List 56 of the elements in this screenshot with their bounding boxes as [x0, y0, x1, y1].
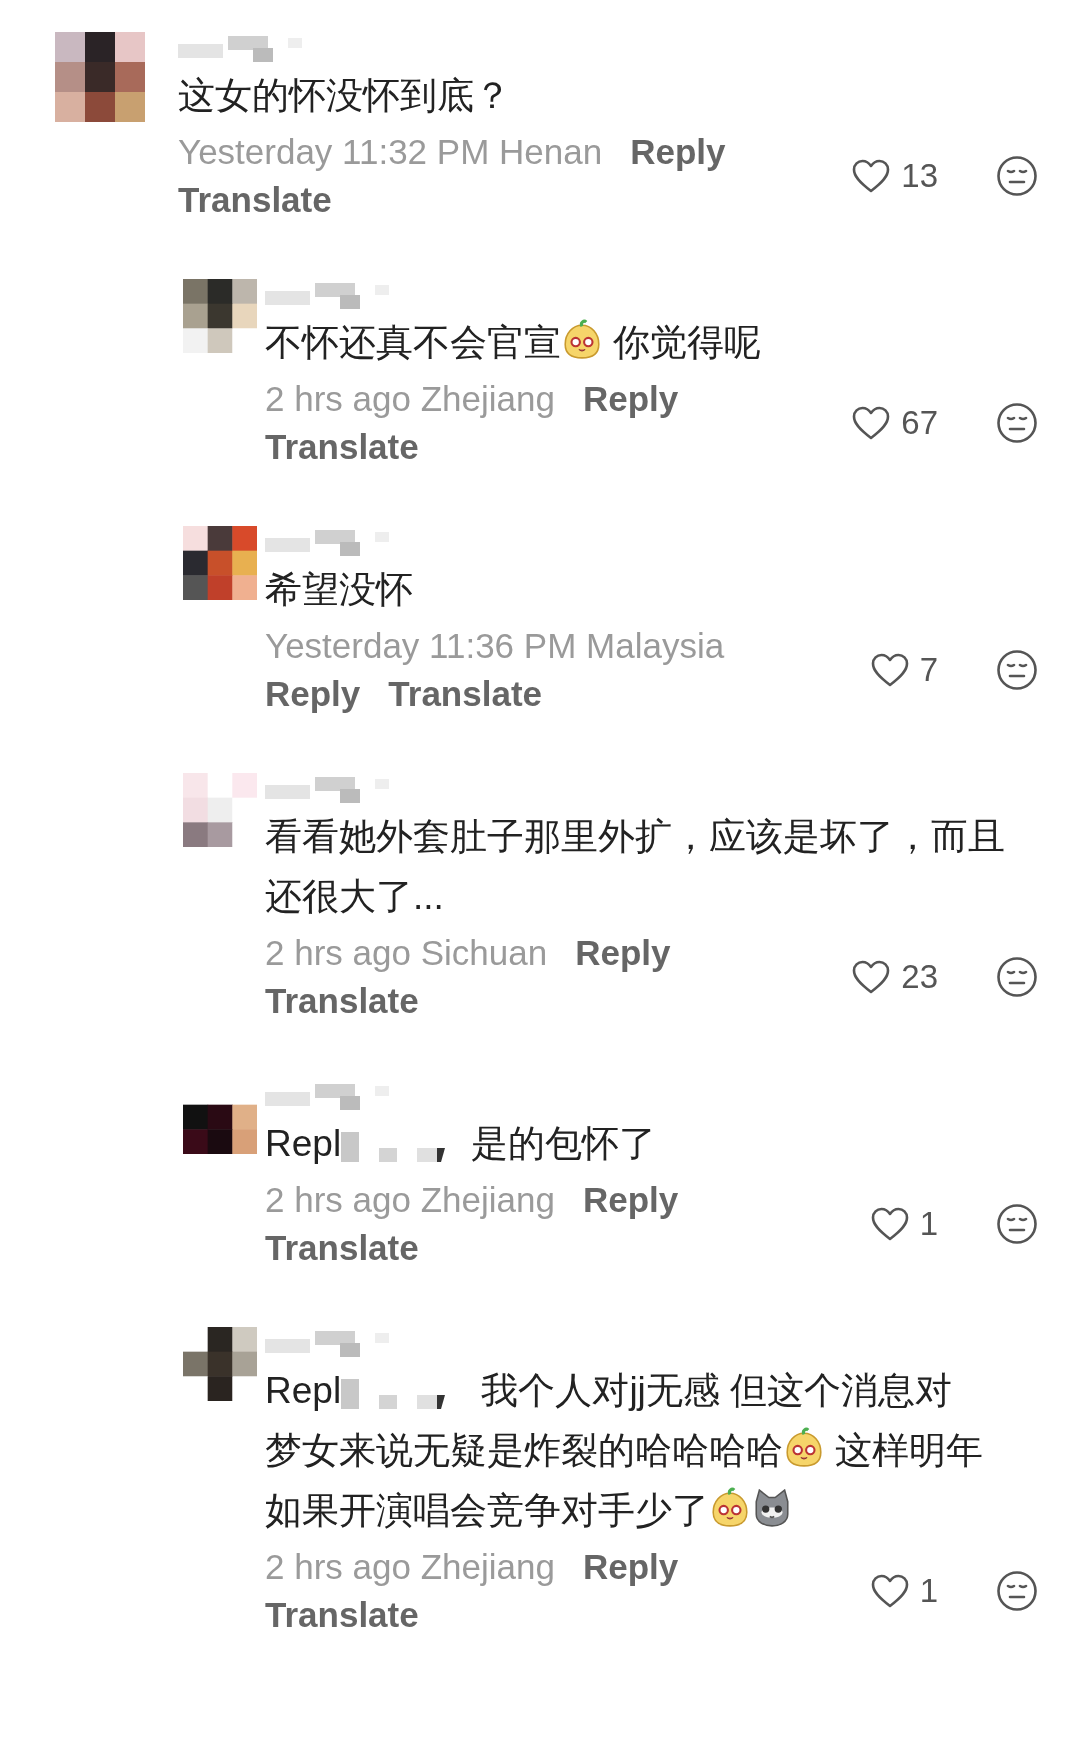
reply-link[interactable]: Reply	[582, 1176, 679, 1224]
reply-link[interactable]: Reply	[582, 375, 679, 423]
reply-link[interactable]: Reply	[582, 1543, 679, 1591]
comment-text: 我个人对jj无感 但这个消息对	[480, 1370, 953, 1411]
blob-emoji-icon	[783, 1427, 825, 1469]
blob-emoji-icon	[561, 319, 603, 361]
neutral-face-icon[interactable]	[996, 956, 1038, 998]
timestamp: 2 hrs ago Sichuan	[265, 932, 548, 974]
neutral-face-icon[interactable]	[996, 402, 1038, 444]
heart-icon[interactable]	[869, 1573, 910, 1609]
translate-link[interactable]: Translate	[265, 977, 419, 1025]
translate-link[interactable]: Translate	[388, 670, 542, 718]
translate-link[interactable]: Translate	[265, 1591, 419, 1639]
avatar[interactable]	[183, 279, 257, 353]
avatar[interactable]	[55, 32, 145, 122]
neutral-face-icon[interactable]	[996, 1203, 1038, 1245]
neutral-face-icon[interactable]	[996, 1570, 1038, 1612]
heart-icon[interactable]	[869, 652, 910, 688]
heart-icon[interactable]	[869, 1206, 910, 1242]
neutral-face-icon[interactable]	[996, 649, 1038, 691]
comment-text: 你觉得呢	[612, 322, 762, 363]
like-count: 1	[919, 1205, 938, 1243]
comment-text: 是的包怀了	[471, 1123, 657, 1164]
avatar[interactable]	[183, 1327, 257, 1401]
like-count: 23	[901, 958, 938, 996]
comment-text: 还很大了...	[265, 876, 444, 917]
comment-text: 这女的怀没怀到底？	[178, 75, 511, 116]
comment-text: Repl	[265, 1370, 342, 1411]
reply-link[interactable]: Reply	[575, 929, 671, 977]
like-count: 67	[901, 404, 938, 442]
reply-link[interactable]: Reply	[630, 128, 726, 176]
comment-text: 希望没怀	[265, 569, 413, 610]
translate-link[interactable]: Translate	[265, 1224, 419, 1272]
translate-link[interactable]: Translate	[265, 423, 419, 471]
comment-text: 看看她外套肚子那里外扩，应该是坏了，而且	[265, 816, 1005, 857]
comment-text: 这样明年	[834, 1430, 984, 1471]
blob-emoji-icon	[709, 1487, 751, 1529]
comment-text: 如果开演唱会竞争对手少了	[265, 1490, 709, 1531]
timestamp: Yesterday 11:36 PM Malaysia	[265, 625, 725, 667]
like-count: 7	[919, 651, 938, 689]
translate-link[interactable]: Translate	[178, 176, 332, 224]
avatar[interactable]	[183, 526, 257, 600]
timestamp: 2 hrs ago Zhejiang	[265, 378, 555, 420]
comment-text: 不怀还真不会官宣	[265, 322, 561, 363]
reply-link[interactable]: Reply	[265, 670, 361, 718]
comment-text: Repl	[265, 1123, 342, 1164]
neutral-face-icon[interactable]	[996, 155, 1038, 197]
comment-text: 梦女来说无疑是炸裂的哈哈哈哈	[265, 1430, 783, 1471]
like-count: 1	[919, 1572, 938, 1610]
heart-icon[interactable]	[851, 158, 892, 194]
like-count: 13	[901, 157, 938, 195]
timestamp: 2 hrs ago Zhejiang	[265, 1546, 555, 1588]
heart-icon[interactable]	[851, 959, 892, 995]
timestamp: Yesterday 11:32 PM Henan	[178, 131, 603, 173]
timestamp: 2 hrs ago Zhejiang	[265, 1179, 555, 1221]
heart-icon[interactable]	[851, 405, 892, 441]
